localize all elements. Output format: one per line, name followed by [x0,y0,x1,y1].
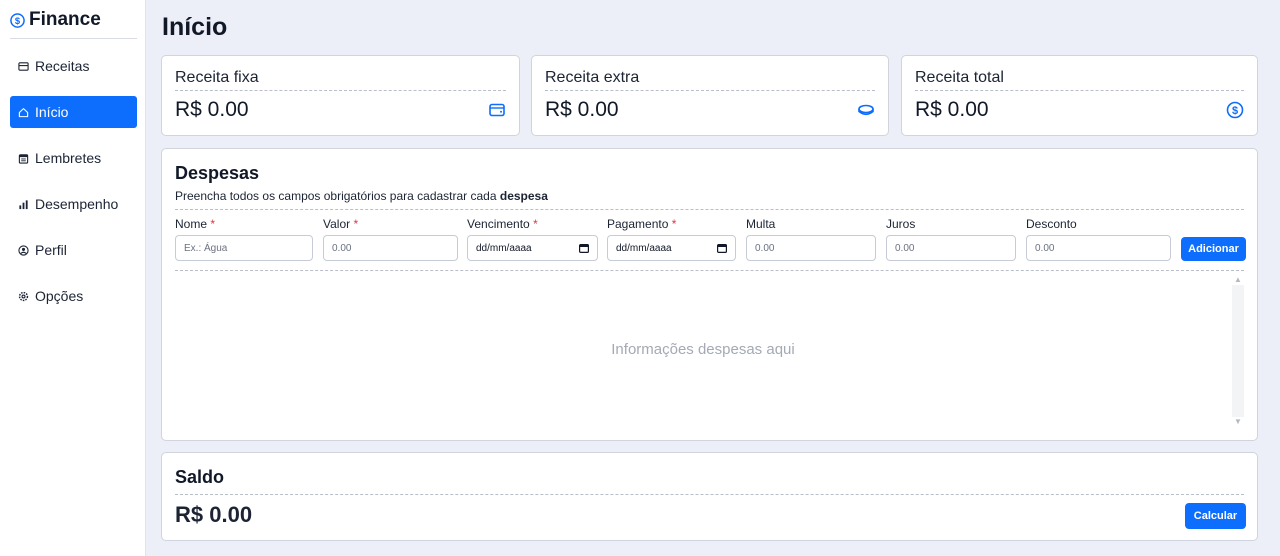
despesas-title: Despesas [175,163,260,183]
card-divider [175,90,506,91]
saldo-divider [175,494,1244,495]
brand-name: Finance [29,9,101,30]
gear-icon [18,291,29,301]
sidebar-item-label: Opções [35,288,84,304]
field-label-text: Valor [323,217,351,231]
page-title: Início [162,13,228,41]
svg-text:$: $ [1232,105,1238,117]
sidebar-item-label: Início [35,104,69,120]
multa-input[interactable]: 0.00 [746,235,876,261]
card-value: R$ 0.00 [545,98,619,121]
adicionar-button[interactable]: Adicionar [1181,237,1246,261]
svg-text:$: $ [15,16,21,26]
sidebar-item-opcoes[interactable]: Opções [10,280,137,312]
despesas-divider [175,209,1244,210]
calendar-icon[interactable] [579,243,589,253]
juros-label: Juros [886,217,916,231]
vencimento-label: Vencimento * [467,217,538,231]
card-label: Receita fixa [175,69,259,86]
despesas-card: Despesas Preencha todos os campos obriga… [161,148,1258,441]
required-mark: * [353,217,359,231]
field-label-text: Vencimento [467,217,530,231]
card-label: Receita extra [545,69,640,86]
subtitle-emphasis: despesa [499,189,548,203]
sidebar-nav: Receitas Início Lembretes Desempenho Per… [10,50,137,326]
sidebar-item-perfil[interactable]: Perfil [10,234,137,266]
valor-input[interactable]: 0.00 [323,235,458,261]
sidebar-item-receitas[interactable]: Receitas [10,50,137,82]
card-value: R$ 0.00 [915,98,989,121]
receita-fixa-card: Receita fixa R$ 0.00 [161,55,520,136]
sidebar-item-label: Desempenho [35,196,119,212]
date-value: dd/mm/aaaa [476,242,532,254]
calendar-icon [18,153,29,164]
sidebar-item-inicio[interactable]: Início [10,96,137,128]
sidebar-item-label: Perfil [35,242,67,258]
saldo-card: Saldo R$ 0.00 Calcular [161,452,1258,541]
pagamento-date-input[interactable]: dd/mm/aaaa [607,235,736,261]
vencimento-date-input[interactable]: dd/mm/aaaa [467,235,598,261]
sidebar-item-desempenho[interactable]: Desempenho [10,188,137,220]
home-icon [18,107,29,117]
card-divider [545,90,875,91]
bar-chart-icon [19,199,28,209]
receita-extra-card: Receita extra R$ 0.00 [531,55,889,136]
sidebar: $ Finance Receitas Início Lembretes Dese… [0,0,146,556]
wallet-icon [18,61,29,71]
desconto-label: Desconto [1026,217,1077,231]
card-label: Receita total [915,69,1004,86]
sidebar-item-label: Receitas [35,58,90,74]
field-label-text: Nome [175,217,208,231]
nome-input[interactable]: Ex.: Água [175,235,313,261]
brand[interactable]: $ Finance [10,9,137,39]
juros-input[interactable]: 0.00 [886,235,1016,261]
required-mark: * [671,217,677,231]
scroll-down-arrow[interactable]: ▼ [1232,417,1244,427]
required-mark: * [533,217,538,231]
nome-label: Nome * [175,217,215,231]
required-mark: * [210,217,216,231]
despesas-subtitle: Preencha todos os campos obrigatórios pa… [175,189,548,203]
saldo-title: Saldo [175,467,225,487]
sidebar-item-lembretes[interactable]: Lembretes [10,142,137,174]
card-divider [915,90,1244,91]
receita-total-card: Receita total R$ 0.00 $ [901,55,1258,136]
field-label-text: Pagamento [607,217,669,231]
scroll-up-arrow[interactable]: ▲ [1232,275,1244,285]
user-icon [18,244,29,256]
calcular-button[interactable]: Calcular [1185,503,1246,529]
card-value: R$ 0.00 [175,98,249,121]
dollar-circle-icon: $ [10,13,25,28]
wallet-icon [489,103,505,117]
sidebar-item-label: Lembretes [35,150,102,166]
date-value: dd/mm/aaaa [616,242,672,254]
calendar-icon[interactable] [717,243,727,253]
despesas-list[interactable]: Informações despesas aqui ▲ ▼ [175,271,1244,431]
valor-label: Valor * [323,217,358,231]
multa-label: Multa [746,217,776,231]
scrollbar-track[interactable] [1232,285,1244,417]
desconto-input[interactable]: 0.00 [1026,235,1171,261]
empty-state-text: Informações despesas aqui [611,341,795,358]
dollar-circle-icon: $ [1226,101,1244,119]
pagamento-label: Pagamento * [607,217,676,231]
subtitle-text: Preencha todos os campos obrigatórios pa… [175,189,500,203]
saldo-value: R$ 0.00 [175,502,253,527]
coins-icon [858,104,874,116]
